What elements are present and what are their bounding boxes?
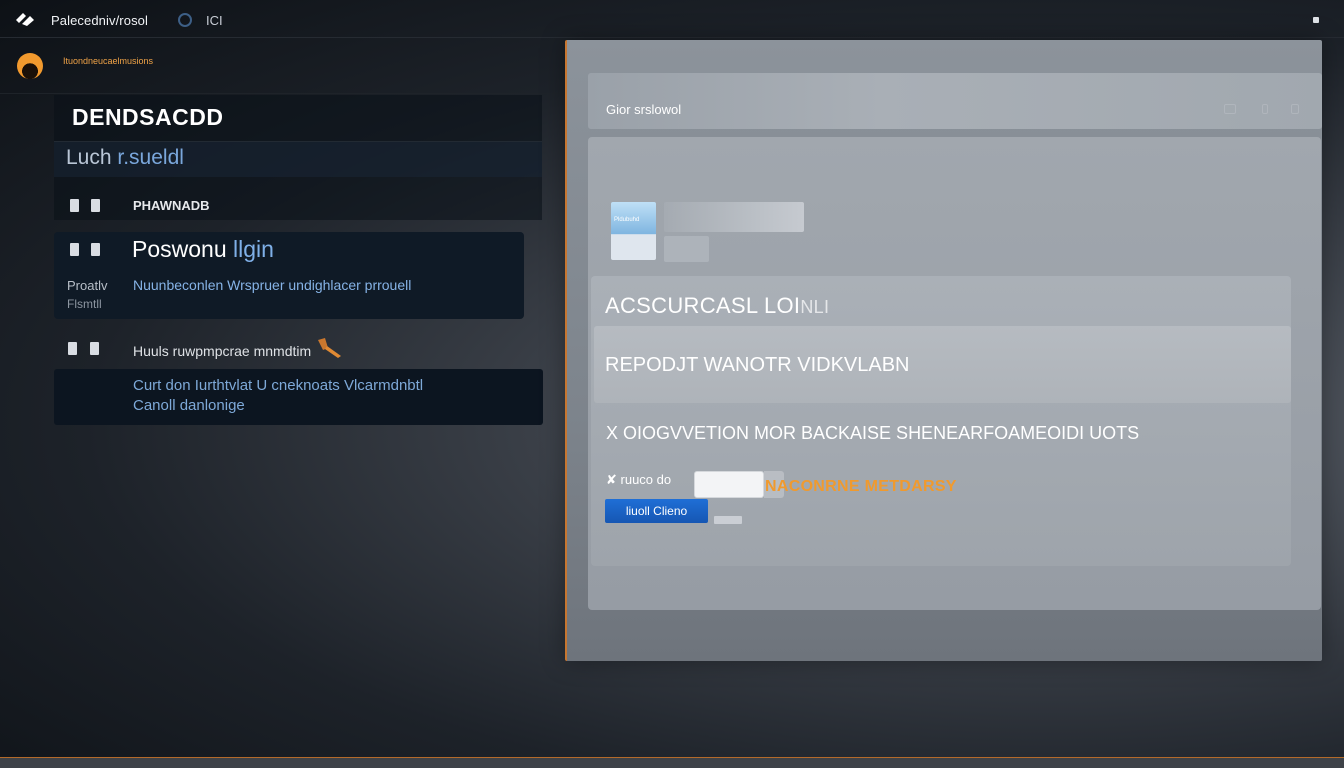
window-title: Gior srslowol bbox=[606, 102, 682, 117]
search-input-text[interactable]: Luch r.sueldl bbox=[66, 146, 184, 170]
section-title: DENDSACDD bbox=[72, 104, 224, 130]
sidebar-item-3-label[interactable]: Huuls ruwpmpcrae mnmdtim bbox=[133, 343, 311, 359]
window-minimize-icon[interactable] bbox=[1224, 104, 1236, 114]
text-input[interactable] bbox=[694, 471, 764, 498]
sub-card-title: REPODJT WANOTR VIDKVLABN bbox=[605, 354, 910, 376]
card-title-tail: NLI bbox=[800, 297, 830, 317]
sidebar-item-2-label-main: Poswonu bbox=[132, 236, 234, 262]
info-line-2: Canoll danlonige bbox=[133, 397, 245, 414]
search-text-accent: r.sueldl bbox=[117, 146, 184, 169]
nav-item-3-icon bbox=[68, 340, 108, 358]
side-line-2: Flsmtll bbox=[67, 297, 102, 311]
window-header bbox=[588, 73, 1322, 129]
sidebar-item-2-side: Proatlv Flsmtll bbox=[67, 277, 107, 313]
card-title: ACSCURCASL LOINLI bbox=[605, 293, 829, 319]
thumbnail-image[interactable] bbox=[611, 202, 656, 260]
primary-button[interactable]: liuoll Clieno bbox=[605, 499, 708, 523]
nav-item-2-icon bbox=[70, 241, 110, 259]
search-text-main: Luch bbox=[66, 146, 118, 169]
window-close-icon[interactable] bbox=[1291, 104, 1299, 114]
sidebar-item-1[interactable] bbox=[54, 188, 542, 222]
sidebar-item-2-active[interactable] bbox=[54, 232, 524, 319]
app-title: Palecedniv/rosol bbox=[51, 13, 148, 28]
side-line-1: Proatlv bbox=[67, 278, 108, 293]
thumbnail-title-placeholder bbox=[664, 202, 804, 232]
sidebar-item-2-label-accent: llgin bbox=[233, 236, 274, 262]
user-row[interactable]: Ituondneucaelmusions bbox=[0, 38, 560, 94]
orange-link[interactable]: NACONRNE METDARSY bbox=[765, 478, 957, 496]
thumbnail-caption: Pldubuhd bbox=[614, 217, 640, 223]
bottom-strip bbox=[0, 757, 1344, 768]
app-logo-icon[interactable] bbox=[14, 11, 36, 27]
sidebar-item-2-description[interactable]: Nuunbeconlen Wrspruer undighlacer prroue… bbox=[133, 277, 411, 293]
nav-item-1-icon bbox=[70, 197, 110, 215]
status-circle-icon[interactable] bbox=[178, 13, 192, 27]
info-text[interactable]: Curt don Iurthtvlat U cneknoats Vlcarmdn… bbox=[133, 376, 423, 416]
user-name: Ituondneucaelmusions bbox=[63, 56, 154, 66]
window-maximize-icon[interactable] bbox=[1262, 104, 1268, 114]
top-bar: Palecedniv/rosol ICI bbox=[0, 0, 1344, 38]
sidebar-item-2-label: Poswonu llgin bbox=[132, 236, 274, 263]
sidebar-item-1-label: PHAWNADB bbox=[133, 198, 210, 213]
card-title-main: ACSCURCASL LOI bbox=[605, 293, 801, 318]
avatar[interactable] bbox=[17, 53, 43, 79]
info-line-1: Curt don Iurthtvlat U cneknoats Vlcarmdn… bbox=[133, 377, 424, 394]
tool-icon[interactable] bbox=[315, 336, 343, 360]
field-label: ✘ ruuco do bbox=[606, 472, 672, 487]
description-line: X OIOGVVETION MOR BACKAISE SHENEARFOAMEO… bbox=[606, 423, 1140, 443]
window-menu-icon[interactable] bbox=[1313, 17, 1319, 23]
top-tab[interactable]: ICI bbox=[206, 13, 223, 28]
thumbnail-meta-placeholder bbox=[664, 236, 709, 262]
secondary-button-placeholder[interactable] bbox=[714, 516, 742, 524]
